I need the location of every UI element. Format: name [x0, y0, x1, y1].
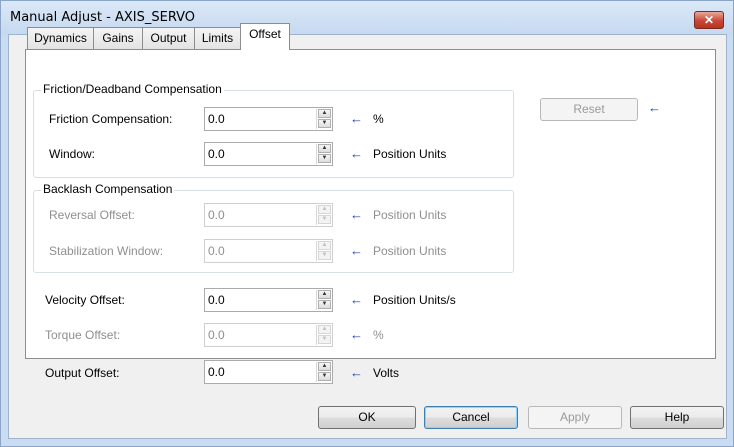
tab-dynamics[interactable]: Dynamics: [27, 27, 94, 49]
torque-offset-label: Torque Offset:: [45, 328, 121, 342]
apply-label: Apply: [559, 410, 591, 424]
torque-offset-value: 0.0: [208, 328, 225, 342]
reset-button[interactable]: Reset: [540, 98, 638, 121]
cancel-label: Cancel: [452, 410, 490, 424]
torque-offset-field[interactable]: 0.0 ▲ ▼: [204, 323, 333, 347]
apply-button[interactable]: Apply: [528, 406, 622, 429]
friction-group-title: Friction/Deadband Compensation: [41, 82, 224, 96]
window-spinner[interactable]: ▲ ▼: [316, 144, 331, 164]
changed-arrow-icon: ←: [350, 146, 363, 161]
friction-compensation-unit: %: [373, 112, 384, 126]
spin-down-icon[interactable]: ▼: [318, 119, 331, 128]
tab-label: Limits: [201, 31, 234, 45]
close-button[interactable]: ✕: [694, 11, 724, 29]
window-title: Manual Adjust - AXIS_SERVO: [10, 10, 196, 25]
tab-limits[interactable]: Limits: [194, 27, 241, 49]
ok-label: OK: [358, 410, 376, 424]
output-offset-unit: Volts: [373, 366, 400, 380]
tab-offset[interactable]: Offset: [240, 23, 290, 50]
spin-up-icon[interactable]: ▲: [318, 290, 331, 299]
spin-down-icon[interactable]: ▼: [318, 335, 331, 344]
reversal-offset-value: 0.0: [208, 208, 225, 222]
torque-offset-unit: %: [373, 328, 384, 342]
velocity-offset-label: Velocity Offset:: [45, 293, 125, 307]
velocity-offset-value: 0.0: [208, 293, 225, 307]
window-unit: Position Units: [373, 147, 447, 161]
friction-compensation-value: 0.0: [208, 112, 225, 126]
spin-up-icon[interactable]: ▲: [318, 144, 331, 153]
window-value: 0.0: [208, 147, 225, 161]
output-offset-field[interactable]: 0.0 ▲ ▼: [204, 360, 333, 384]
stabilization-window-field[interactable]: 0.0 ▲ ▼: [204, 239, 333, 263]
changed-arrow-icon: ←: [350, 365, 363, 380]
friction-compensation-field[interactable]: 0.0 ▲ ▼: [204, 107, 333, 131]
spin-up-icon[interactable]: ▲: [318, 205, 331, 214]
spin-down-icon[interactable]: ▼: [318, 215, 331, 224]
spin-up-icon[interactable]: ▲: [318, 109, 331, 118]
help-label: Help: [664, 410, 690, 424]
backlash-group-title: Backlash Compensation: [41, 182, 175, 196]
changed-arrow-icon: ←: [350, 327, 363, 342]
reversal-offset-field[interactable]: 0.0 ▲ ▼: [204, 203, 333, 227]
output-offset-spinner[interactable]: ▲ ▼: [316, 362, 331, 382]
reset-label: Reset: [573, 102, 605, 116]
stabilization-window-unit: Position Units: [373, 244, 447, 258]
torque-offset-spinner[interactable]: ▲ ▼: [316, 325, 331, 345]
spin-up-icon[interactable]: ▲: [318, 362, 331, 371]
ok-button[interactable]: OK: [318, 406, 416, 429]
velocity-offset-spinner[interactable]: ▲ ▼: [316, 290, 331, 310]
velocity-offset-unit: Position Units/s: [373, 293, 456, 307]
tab-gains[interactable]: Gains: [93, 27, 143, 49]
spin-down-icon[interactable]: ▼: [318, 154, 331, 163]
cancel-button[interactable]: Cancel: [424, 406, 518, 429]
reversal-offset-label: Reversal Offset:: [49, 208, 135, 222]
tab-label: Dynamics: [34, 31, 87, 45]
close-icon: ✕: [703, 13, 715, 27]
tab-output[interactable]: Output: [142, 27, 195, 49]
spin-up-icon[interactable]: ▲: [318, 241, 331, 250]
manual-adjust-window: Manual Adjust - AXIS_SERVO ✕ Dynamics Ga…: [0, 0, 734, 447]
window-field[interactable]: 0.0 ▲ ▼: [204, 142, 333, 166]
tab-label: Gains: [102, 31, 134, 45]
velocity-offset-field[interactable]: 0.0 ▲ ▼: [204, 288, 333, 312]
changed-arrow-icon: ←: [350, 292, 363, 307]
output-offset-label: Output Offset:: [45, 366, 120, 380]
help-button[interactable]: Help: [630, 406, 724, 429]
stabilization-window-spinner[interactable]: ▲ ▼: [316, 241, 331, 261]
friction-compensation-label: Friction Compensation:: [49, 112, 173, 126]
tab-label: Output: [150, 31, 187, 45]
friction-compensation-spinner[interactable]: ▲ ▼: [316, 109, 331, 129]
changed-arrow-icon: ←: [350, 207, 363, 222]
changed-arrow-icon: ←: [350, 243, 363, 258]
stabilization-window-label: Stabilization Window:: [49, 244, 164, 258]
spin-down-icon[interactable]: ▼: [318, 251, 331, 260]
output-offset-value: 0.0: [208, 365, 225, 379]
reversal-offset-unit: Position Units: [373, 208, 447, 222]
reversal-offset-spinner[interactable]: ▲ ▼: [316, 205, 331, 225]
tab-label: Offset: [249, 27, 281, 41]
changed-arrow-icon: ←: [350, 111, 363, 126]
spin-down-icon[interactable]: ▼: [318, 372, 331, 381]
changed-arrow-icon: ←: [648, 100, 661, 115]
stabilization-window-value: 0.0: [208, 244, 225, 258]
spin-down-icon[interactable]: ▼: [318, 300, 331, 309]
spin-up-icon[interactable]: ▲: [318, 325, 331, 334]
window-label: Window:: [49, 147, 96, 161]
